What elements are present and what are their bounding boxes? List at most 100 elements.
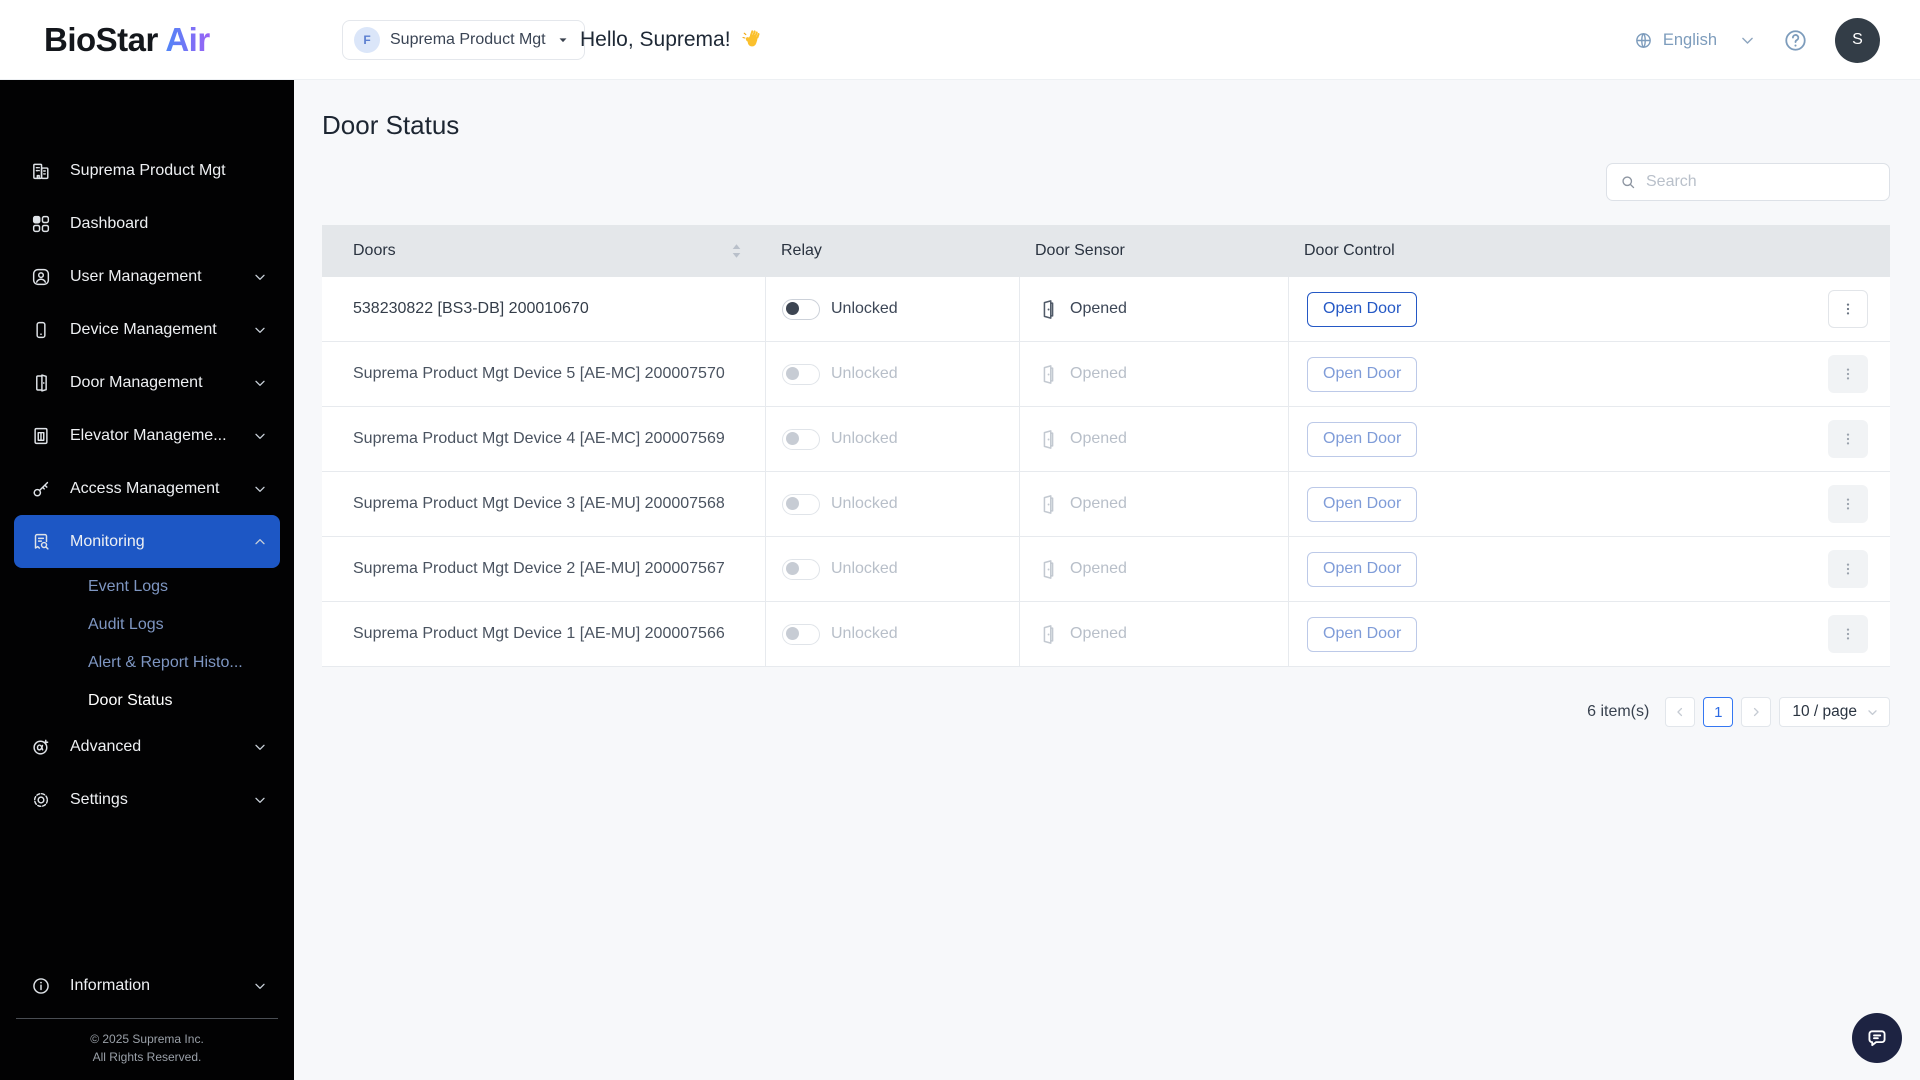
- page-1-button[interactable]: 1: [1703, 697, 1734, 727]
- door-open-icon: [1036, 428, 1059, 451]
- sidebar-item-door-management[interactable]: Door Management: [0, 356, 294, 409]
- sidebar-item-label: Device Management: [70, 320, 217, 338]
- avatar[interactable]: S: [1835, 17, 1880, 63]
- chevron-down-icon: [252, 269, 268, 285]
- relay-cell: Unlocked: [765, 277, 1019, 341]
- kebab-icon: [1840, 301, 1856, 317]
- logo-primary: BioStar: [44, 20, 158, 58]
- door-open-icon: [1036, 493, 1059, 516]
- next-page-button[interactable]: [1741, 697, 1772, 727]
- row-menu-button[interactable]: [1828, 290, 1868, 328]
- open-door-button[interactable]: Open Door: [1307, 421, 1418, 457]
- top-header: BioStar Air F Suprema Product Mgt Hello,…: [0, 0, 1920, 80]
- table-row: 538230822 [BS3-DB] 200010670 Unlocked Open…: [322, 277, 1890, 342]
- sidebar-item-door-status[interactable]: Door Status: [0, 682, 294, 720]
- relay-toggle[interactable]: [782, 363, 820, 385]
- page-size-label: 10 / page: [1792, 703, 1857, 720]
- relay-toggle[interactable]: [782, 298, 820, 320]
- door-name: Suprema Product Mgt Device 3 [AE-MU] 200…: [353, 495, 725, 512]
- greeting-text: Hello, Suprema!: [580, 27, 731, 51]
- row-menu-button[interactable]: [1828, 485, 1868, 523]
- row-menu-button[interactable]: [1828, 420, 1868, 458]
- language-switcher[interactable]: English: [1633, 30, 1717, 51]
- table-row: Suprema Product Mgt Device 2 [AE-MU] 200…: [322, 537, 1890, 602]
- search-input[interactable]: [1646, 173, 1877, 191]
- chevron-down-icon: [252, 978, 268, 994]
- sidebar-item-event-logs[interactable]: Event Logs: [0, 568, 294, 606]
- toggle-knob: [785, 561, 799, 575]
- wave-emoji-icon: [740, 28, 764, 52]
- page-size-select[interactable]: 10 / page: [1779, 697, 1890, 727]
- door-open-icon: [1036, 298, 1059, 321]
- pagination: 6 item(s) 1 10 / page: [322, 697, 1890, 727]
- door-name: 538230822 [BS3-DB] 200010670: [353, 300, 589, 317]
- row-menu-button[interactable]: [1828, 615, 1868, 653]
- monitoring-icon: [30, 531, 52, 553]
- relay-toggle[interactable]: [782, 428, 820, 450]
- door-status-table: Doors Relay Door Sensor Door Control 538…: [322, 225, 1890, 667]
- row-menu-button[interactable]: [1828, 550, 1868, 588]
- chat-button[interactable]: [1852, 1013, 1902, 1063]
- relay-toggle[interactable]: [782, 623, 820, 645]
- chevron-down-icon: [252, 428, 268, 444]
- settings-icon: [30, 789, 52, 811]
- sidebar-item-elevator-manageme[interactable]: Elevator Manageme...: [0, 409, 294, 462]
- door-name: Suprema Product Mgt Device 1 [AE-MU] 200…: [353, 625, 725, 642]
- open-door-button[interactable]: Open Door: [1307, 356, 1418, 392]
- sidebar-item-monitoring[interactable]: Monitoring: [14, 515, 280, 568]
- column-header-door-sensor: Door Sensor: [1035, 242, 1125, 259]
- sidebar-item-audit-logs[interactable]: Audit Logs: [0, 606, 294, 644]
- sidebar-item-label: User Management: [70, 267, 202, 285]
- sidebar-item-device-management[interactable]: Device Management: [0, 303, 294, 356]
- sidebar-item-settings[interactable]: Settings: [0, 773, 294, 826]
- open-door-button[interactable]: Open Door: [1307, 291, 1418, 327]
- sidebar-item-label: Settings: [70, 790, 128, 808]
- sidebar-item-advanced[interactable]: Advanced: [0, 720, 294, 773]
- door-sensor-cell: Opened: [1019, 342, 1288, 406]
- relay-toggle[interactable]: [782, 493, 820, 515]
- column-header-doors[interactable]: Doors: [322, 242, 765, 260]
- door-control-cell: Open Door: [1288, 277, 1890, 341]
- door-icon: [30, 372, 52, 394]
- column-header-door-control: Door Control: [1304, 242, 1395, 259]
- open-door-button[interactable]: Open Door: [1307, 551, 1418, 587]
- prev-page-button[interactable]: [1665, 697, 1696, 727]
- sidebar-item-label: Monitoring: [70, 532, 145, 550]
- building-icon: [30, 160, 52, 182]
- avatar-initial: S: [1852, 31, 1863, 48]
- table-row: Suprema Product Mgt Device 5 [AE-MC] 200…: [322, 342, 1890, 407]
- door-open-icon: [1036, 623, 1059, 646]
- door-control-cell: Open Door: [1288, 472, 1890, 536]
- dashboard-icon: [30, 213, 52, 235]
- sidebar-item-user-management[interactable]: User Management: [0, 250, 294, 303]
- greeting: Hello, Suprema!: [580, 28, 764, 52]
- door-name-cell: Suprema Product Mgt Device 2 [AE-MU] 200…: [322, 537, 765, 601]
- relay-cell: Unlocked: [765, 537, 1019, 601]
- chevron-up-icon: [252, 534, 268, 550]
- door-sensor-cell: Opened: [1019, 602, 1288, 666]
- relay-state-label: Unlocked: [831, 560, 898, 577]
- sidebar-item-access-management[interactable]: Access Management: [0, 462, 294, 515]
- open-door-button[interactable]: Open Door: [1307, 616, 1418, 652]
- chevron-down-icon[interactable]: [1739, 32, 1756, 49]
- sidebar-item-information[interactable]: Information: [0, 959, 294, 1012]
- info-icon: [30, 975, 52, 997]
- sidebar-item-label: Door Status: [88, 692, 173, 709]
- sort-icon[interactable]: [730, 243, 743, 259]
- relay-state-label: Unlocked: [831, 495, 898, 512]
- help-icon[interactable]: [1782, 27, 1809, 54]
- sidebar-item-alert-report-histo[interactable]: Alert & Report Histo...: [0, 644, 294, 682]
- search-box: [1606, 163, 1890, 201]
- chevron-down-icon: [252, 481, 268, 497]
- org-selector[interactable]: F Suprema Product Mgt: [342, 20, 585, 60]
- sidebar-item-dashboard[interactable]: Dashboard: [0, 197, 294, 250]
- kebab-icon: [1840, 431, 1856, 447]
- user-icon: [30, 266, 52, 288]
- sidebar-item-suprema-product-mgt[interactable]: Suprema Product Mgt: [0, 144, 294, 197]
- app-logo[interactable]: BioStar Air: [44, 21, 210, 59]
- relay-toggle[interactable]: [782, 558, 820, 580]
- open-door-button[interactable]: Open Door: [1307, 486, 1418, 522]
- globe-icon: [1633, 30, 1654, 51]
- toggle-knob: [785, 301, 799, 315]
- row-menu-button[interactable]: [1828, 355, 1868, 393]
